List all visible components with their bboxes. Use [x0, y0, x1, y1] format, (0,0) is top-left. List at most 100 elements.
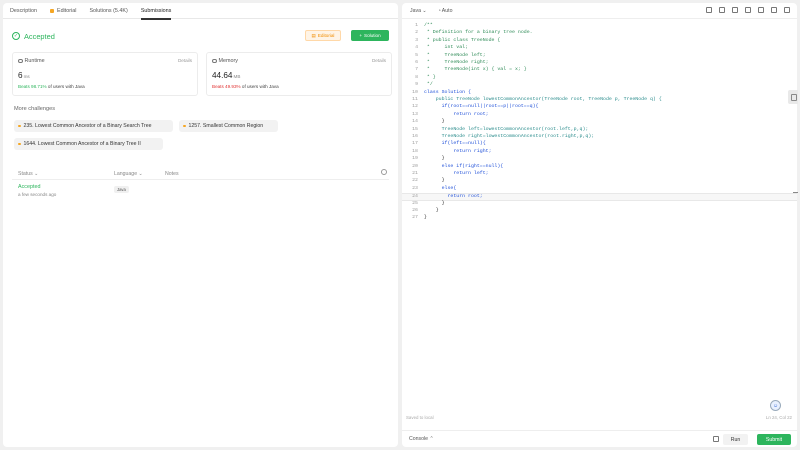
- memory-card[interactable]: Memory Details 44.64MB Beats 49.93% of u…: [206, 52, 392, 96]
- challenge-chip[interactable]: 235. Lowest Common Ancestor of a Binary …: [14, 120, 173, 132]
- shortcut-icon[interactable]: [758, 7, 764, 13]
- console-button[interactable]: Console ⌃: [409, 436, 434, 442]
- code-line[interactable]: 24 return root;: [402, 193, 797, 201]
- side-notes-tab[interactable]: [788, 90, 798, 104]
- language-column-header[interactable]: Language ⌄: [114, 171, 143, 177]
- settings-icon[interactable]: [381, 169, 387, 175]
- code-text: * }: [424, 74, 436, 80]
- left-panel: Description Editorial Solutions (5.4K) S…: [3, 3, 398, 447]
- reset-icon[interactable]: [745, 7, 751, 13]
- code-line[interactable]: 4 * int val;: [402, 45, 797, 52]
- tab-bar: Description Editorial Solutions (5.4K) S…: [3, 3, 398, 20]
- chevron-up-icon: ⌃: [429, 436, 434, 442]
- line-number: 18: [412, 148, 418, 154]
- tab-solutions[interactable]: Solutions (5.4K): [89, 3, 127, 19]
- braces-icon[interactable]: [732, 7, 738, 13]
- code-text: }: [424, 156, 445, 162]
- tab-submissions[interactable]: Submissions: [140, 3, 171, 20]
- chevron-down-icon: ⌄: [138, 171, 143, 177]
- notes-column-header: Notes: [165, 171, 179, 177]
- code-text: else if(right==null){: [424, 163, 504, 169]
- code-text: }: [424, 208, 439, 213]
- line-number: 20: [412, 163, 418, 169]
- code-line[interactable]: 27}: [402, 215, 797, 222]
- code-line[interactable]: 25 }: [402, 201, 797, 208]
- difficulty-dot-icon: [18, 142, 21, 146]
- run-button[interactable]: Run: [723, 434, 748, 445]
- check-circle-icon: ✓: [12, 32, 20, 40]
- code-line[interactable]: 12 if(root==null||root==p||root==q){: [402, 104, 797, 111]
- table-row[interactable]: Accepted a few seconds ago Java: [12, 183, 389, 201]
- saved-status: Saved to local: [406, 415, 434, 420]
- editor-panel: Java ⌄ ▫ Auto 1 /** 2 * Definition for a b…: [402, 3, 797, 447]
- code-text: * TreeNode left;: [424, 52, 486, 58]
- editorial-button[interactable]: ▤ Editorial: [305, 30, 341, 41]
- code-text: * Definition for a binary tree node.: [424, 30, 533, 36]
- code-editor[interactable]: 1 /** 2 * Definition for a binary tree nod…: [402, 23, 797, 228]
- layout-icon[interactable]: [713, 436, 719, 442]
- line-number: 3: [415, 37, 418, 43]
- expand-icon[interactable]: [784, 7, 790, 13]
- code-text: * int val;: [424, 45, 469, 51]
- code-text: return left;: [424, 171, 489, 176]
- submission-status[interactable]: Accepted: [18, 184, 40, 190]
- submit-button[interactable]: Submit: [757, 434, 791, 445]
- code-line[interactable]: 18 return right;: [402, 149, 797, 156]
- line-number: 23: [412, 185, 418, 191]
- code-line[interactable]: 17 if(left==null){: [402, 141, 797, 148]
- line-number: 7: [415, 67, 418, 73]
- auto-mode-toggle[interactable]: ▫ Auto: [439, 8, 453, 14]
- code-line[interactable]: 20 else if(right==null){: [402, 164, 797, 171]
- code-text: return root;: [424, 194, 483, 200]
- language-selector[interactable]: Java ⌄: [410, 8, 427, 14]
- chat-help-icon[interactable]: ☺: [770, 400, 781, 411]
- runtime-details-link[interactable]: Details: [178, 58, 192, 64]
- code-line[interactable]: 9 */: [402, 82, 797, 89]
- chevron-down-icon: ⌄: [34, 171, 39, 177]
- tab-description[interactable]: Description: [10, 3, 37, 19]
- code-line[interactable]: 26 }: [402, 208, 797, 215]
- result-status: Accepted: [24, 31, 55, 41]
- line-number: 6: [415, 60, 418, 65]
- line-number: 5: [415, 52, 418, 58]
- code-line[interactable]: 15 TreeNode left=lowestCommonAncestor(ro…: [402, 127, 797, 134]
- runtime-card[interactable]: Runtime Details 6ms Beats 98.71% of user…: [12, 52, 198, 96]
- scrollbar-marker[interactable]: [793, 192, 798, 193]
- result-header: ✓ Accepted ▤ Editorial + Solution: [12, 30, 389, 42]
- difficulty-dot-icon: [183, 124, 186, 128]
- code-line[interactable]: 7 * TreeNode(int x) { val = x; }: [402, 67, 797, 74]
- code-line[interactable]: 23 else{: [402, 186, 797, 193]
- memory-details-link[interactable]: Details: [372, 58, 386, 64]
- line-number: 24: [412, 194, 418, 200]
- code-text: }: [424, 178, 445, 184]
- cursor-position: Ln 24, Col 22: [765, 415, 792, 420]
- code-line[interactable]: 19 }: [402, 156, 797, 163]
- code-line[interactable]: 2 * Definition for a binary tree node.: [402, 30, 797, 37]
- code-line[interactable]: 5 * TreeNode left;: [402, 53, 797, 60]
- lock-icon: ▫: [438, 7, 441, 14]
- code-line[interactable]: 22 }: [402, 178, 797, 185]
- code-text: }: [424, 119, 445, 125]
- code-line[interactable]: 13 return root;: [402, 112, 797, 119]
- tab-editorial[interactable]: Editorial: [49, 3, 76, 19]
- format-icon[interactable]: [706, 7, 712, 13]
- bookmark-icon[interactable]: [719, 7, 725, 13]
- submission-time: a few seconds ago: [18, 192, 57, 197]
- code-line[interactable]: 10 class Solution {: [402, 90, 797, 97]
- line-number: 11: [412, 97, 418, 102]
- code-line[interactable]: 21 return left;: [402, 171, 797, 178]
- status-column-header[interactable]: Status ⌄: [18, 171, 39, 177]
- settings-icon[interactable]: [771, 7, 777, 13]
- code-line[interactable]: 8 * }: [402, 75, 797, 82]
- line-number: 17: [412, 141, 418, 147]
- code-line[interactable]: 14 }: [402, 119, 797, 126]
- solution-button[interactable]: + Solution: [351, 30, 389, 41]
- challenge-chip[interactable]: 1257. Smallest Common Region: [179, 120, 278, 132]
- difficulty-dot-icon: [18, 124, 21, 128]
- line-number: 14: [412, 119, 418, 125]
- code-text: */: [424, 82, 433, 88]
- challenge-chip[interactable]: 1644. Lowest Common Ancestor of a Binary…: [14, 138, 163, 150]
- line-number: 21: [412, 171, 418, 176]
- line-number: 9: [415, 82, 418, 88]
- line-number: 15: [412, 126, 418, 132]
